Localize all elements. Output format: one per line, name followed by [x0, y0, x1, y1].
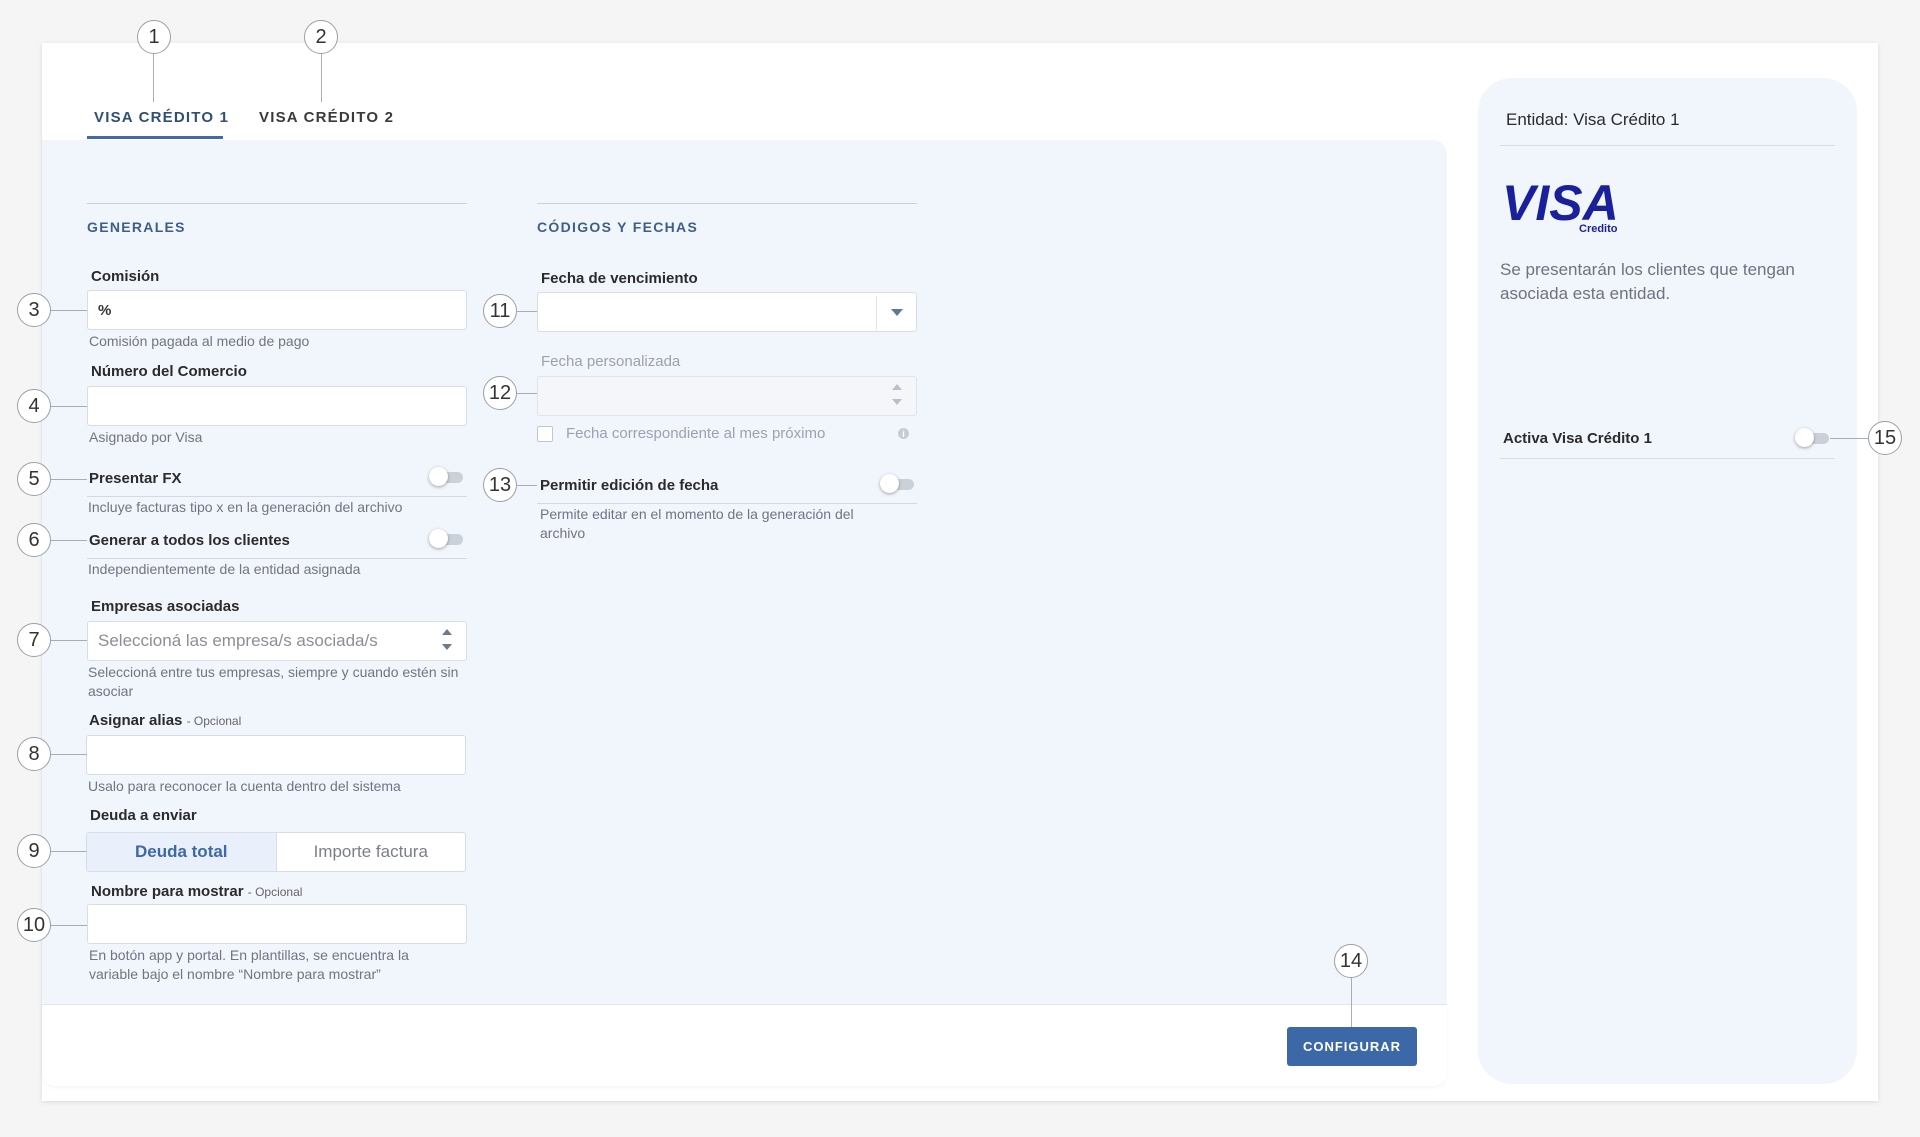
- row-divider: [87, 558, 467, 559]
- section-title-codigos: CÓDIGOS Y FECHAS: [537, 219, 699, 235]
- percent-prefix: %: [98, 301, 112, 319]
- section-title-generales: GENERALES: [87, 219, 186, 235]
- empresas-label: Empresas asociadas: [91, 598, 240, 615]
- callout-4: 4: [17, 389, 51, 423]
- numero-comercio-help: Asignado por Visa: [89, 429, 203, 445]
- deuda-segmented-control: Deuda total Importe factura: [86, 832, 466, 872]
- callout-3: 3: [17, 293, 51, 327]
- callout-5: 5: [17, 462, 51, 496]
- dropdown-separator: [876, 296, 877, 330]
- activa-visa-label: Activa Visa Crédito 1: [1503, 430, 1652, 447]
- callout-line: [1830, 438, 1868, 439]
- callout-11: 11: [483, 294, 517, 328]
- callout-line: [1351, 978, 1352, 1027]
- permitir-edicion-toggle[interactable]: [880, 474, 916, 493]
- presentar-fx-label: Presentar FX: [89, 470, 182, 487]
- active-tab-indicator: [87, 136, 223, 139]
- presentar-fx-help: Incluye facturas tipo x en la generación…: [88, 499, 403, 515]
- entity-title: Entidad: Visa Crédito 1: [1506, 110, 1680, 129]
- callout-10: 10: [17, 908, 51, 942]
- alias-label-text: Asignar alias: [89, 712, 183, 729]
- alias-input[interactable]: [86, 735, 466, 775]
- form-footer: [42, 1004, 1447, 1086]
- callout-line: [51, 851, 87, 852]
- callout-6: 6: [17, 523, 51, 557]
- section-divider: [87, 203, 467, 204]
- row-divider: [87, 496, 467, 497]
- fecha-mes-proximo-label: Fecha correspondiente al mes próximo: [566, 425, 826, 442]
- comision-help: Comisión pagada al medio de pago: [89, 333, 310, 349]
- fecha-mes-proximo-checkbox[interactable]: [537, 426, 553, 442]
- nombre-mostrar-optional: - Opcional: [247, 885, 303, 899]
- callout-14: 14: [1334, 944, 1368, 978]
- callout-line: [51, 479, 87, 480]
- nombre-mostrar-help: En botón app y portal. En plantillas, se…: [89, 947, 409, 982]
- configurar-button[interactable]: CONFIGURAR: [1287, 1027, 1417, 1066]
- visa-logo: VISA Credito: [1502, 178, 1619, 234]
- permitir-edicion-help: Permite editar en el momento de la gener…: [540, 506, 854, 541]
- row-divider: [537, 503, 917, 504]
- alias-optional: - Opcional: [186, 714, 242, 728]
- callout-line: [51, 640, 87, 641]
- side-divider: [1500, 458, 1835, 459]
- empresas-help: Seleccioná entre tus empresas, siempre y…: [88, 664, 459, 699]
- callout-line: [51, 754, 87, 755]
- alias-label: Asignar alias - Opcional: [89, 712, 241, 729]
- side-divider: [1500, 145, 1835, 146]
- permitir-edicion-label: Permitir edición de fecha: [540, 477, 719, 494]
- visa-logo-sub: Credito: [1579, 223, 1618, 234]
- presentar-fx-toggle[interactable]: [429, 467, 465, 486]
- numero-comercio-input[interactable]: [87, 386, 467, 426]
- deuda-label: Deuda a enviar: [90, 807, 197, 824]
- empresas-stepper-icon[interactable]: [440, 625, 452, 655]
- callout-line: [321, 54, 322, 102]
- numero-comercio-label: Número del Comercio: [91, 363, 247, 380]
- chevron-down-icon[interactable]: [891, 309, 903, 316]
- activa-visa-toggle[interactable]: [1795, 428, 1831, 447]
- callout-line: [517, 393, 537, 394]
- callout-line: [153, 54, 154, 102]
- callout-1: 1: [137, 20, 171, 54]
- fecha-personalizada-input[interactable]: [537, 376, 917, 416]
- fecha-personalizada-label: Fecha personalizada: [541, 353, 681, 370]
- nombre-mostrar-label-text: Nombre para mostrar: [91, 883, 244, 900]
- info-icon[interactable]: i: [898, 428, 909, 439]
- deuda-total-option[interactable]: Deuda total: [87, 833, 277, 871]
- comision-label: Comisión: [91, 268, 160, 285]
- tab-visa-credito-1[interactable]: VISA CRÉDITO 1: [94, 109, 229, 126]
- comision-input[interactable]: %: [87, 290, 467, 330]
- callout-line: [51, 925, 87, 926]
- empresas-select[interactable]: Seleccioná las empresa/s asociada/s: [87, 621, 467, 661]
- fecha-vencimiento-label: Fecha de vencimiento: [541, 270, 698, 287]
- callout-8: 8: [17, 737, 51, 771]
- fecha-vencimiento-dropdown[interactable]: [537, 292, 917, 332]
- callout-line: [51, 406, 87, 407]
- section-divider: [537, 203, 917, 204]
- generar-todos-help: Independientemente de la entidad asignad…: [88, 561, 361, 577]
- fecha-personalizada-stepper-icon[interactable]: [890, 380, 902, 410]
- empresas-placeholder: Seleccioná las empresa/s asociada/s: [98, 631, 378, 650]
- callout-line: [517, 311, 537, 312]
- callout-9: 9: [17, 834, 51, 868]
- tab-visa-credito-2[interactable]: VISA CRÉDITO 2: [259, 109, 394, 126]
- entity-description: Se presentarán los clientes que tengan a…: [1500, 260, 1795, 303]
- nombre-mostrar-input[interactable]: [87, 904, 467, 944]
- generar-todos-label: Generar a todos los clientes: [89, 532, 290, 549]
- nombre-mostrar-label: Nombre para mostrar - Opcional: [91, 883, 302, 900]
- callout-line: [51, 540, 87, 541]
- generar-todos-toggle[interactable]: [429, 529, 465, 548]
- callout-line: [517, 485, 537, 486]
- alias-help: Usalo para reconocer la cuenta dentro de…: [88, 778, 401, 794]
- callout-12: 12: [483, 376, 517, 410]
- importe-factura-option[interactable]: Importe factura: [277, 833, 466, 871]
- callout-7: 7: [17, 623, 51, 657]
- callout-15: 15: [1868, 421, 1902, 455]
- callout-line: [51, 310, 87, 311]
- callout-13: 13: [483, 468, 517, 502]
- callout-2: 2: [304, 20, 338, 54]
